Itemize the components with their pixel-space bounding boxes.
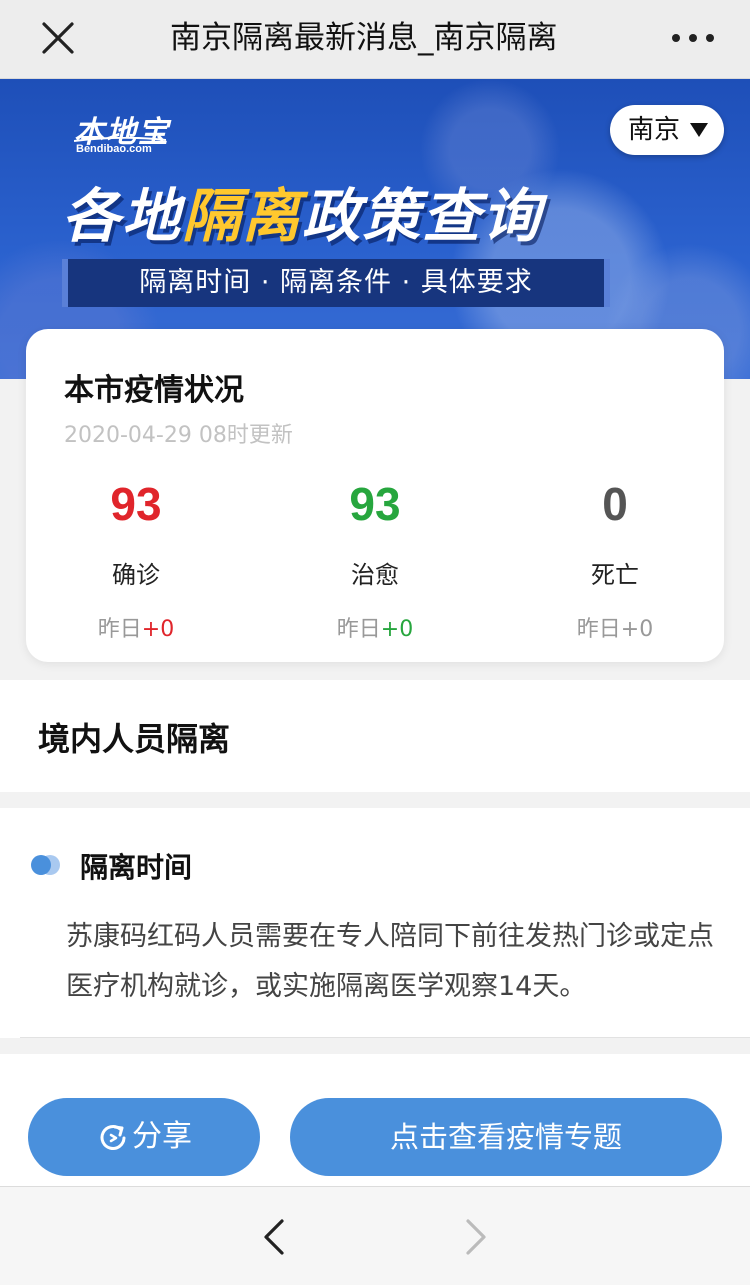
stat-delta: 昨日+0: [265, 611, 485, 643]
content-body: 苏康码红码人员需要在专人陪同下前往发热门诊或定点医疗机构就诊，或实施隔离医学观察…: [66, 921, 714, 1002]
bottom-navigation-bar: [0, 1186, 750, 1285]
city-label: 南京: [628, 115, 681, 145]
bullet-dots-icon: [31, 855, 60, 875]
stat-delta-value: +0: [380, 617, 414, 642]
stat-deaths: 0 死亡 昨日+0: [505, 329, 725, 662]
banner-title: 各地隔离政策查询: [62, 169, 542, 253]
stat-value: 93: [110, 478, 162, 530]
stat-label: 确诊: [112, 561, 160, 589]
stat-delta-value: +0: [141, 617, 175, 642]
stats-card: 本市疫情状况 2020-04-29 08时更新 93 确诊 昨日+0 93 治愈…: [26, 329, 724, 662]
page-title: 南京隔离最新消息_南京隔离: [170, 20, 558, 56]
city-selector[interactable]: 南京: [610, 105, 724, 155]
divider: [20, 1037, 750, 1038]
close-icon[interactable]: [34, 14, 82, 62]
stat-delta-prefix: 昨日: [336, 617, 381, 642]
section-header: 境内人员隔离: [0, 680, 750, 792]
stat-delta-prefix: 昨日: [97, 617, 142, 642]
banner-title-part1: 各地: [62, 182, 183, 250]
stat-value: 93: [349, 478, 401, 530]
top-navigation-bar: 南京隔离最新消息_南京隔离: [0, 0, 750, 79]
content-subtitle: 隔离时间: [80, 851, 193, 884]
stat-label: 死亡: [591, 561, 639, 589]
stat-delta: 昨日+0: [26, 611, 246, 643]
content-block: 隔离时间 苏康码红码人员需要在专人陪同下前往发热门诊或定点医疗机构就诊，或实施隔…: [0, 808, 750, 1038]
share-label: 分享: [132, 1119, 192, 1154]
view-topic-label: 点击查看疫情专题: [389, 1120, 622, 1154]
stat-value: 0: [602, 478, 628, 530]
banner-title-highlight: 隔离: [182, 182, 303, 250]
banner-tagline: 隔离时间 · 隔离条件 · 具体要求: [139, 267, 533, 298]
more-icon[interactable]: [672, 24, 716, 52]
stat-label: 治愈: [351, 561, 399, 589]
view-topic-button[interactable]: 点击查看疫情专题: [290, 1098, 722, 1176]
chevron-right-icon[interactable]: [458, 1215, 494, 1259]
section-title: 境内人员隔离: [38, 720, 231, 758]
action-area: 分享 点击查看疫情专题: [0, 1054, 750, 1186]
logo-subtext: Bendibao.com: [76, 143, 152, 155]
banner-title-part2: 政策查询: [302, 182, 543, 250]
stat-delta-value: +0: [620, 617, 654, 642]
share-button[interactable]: 分享: [28, 1098, 260, 1176]
stat-delta-prefix: 昨日: [576, 617, 621, 642]
stat-delta: 昨日+0: [505, 611, 725, 643]
caret-down-icon: [690, 123, 708, 137]
banner-tagline-bar: 隔离时间 · 隔离条件 · 具体要求: [62, 259, 610, 307]
chevron-left-icon[interactable]: [256, 1215, 292, 1259]
stat-recovered: 93 治愈 昨日+0: [265, 329, 485, 662]
stat-confirmed: 93 确诊 昨日+0: [26, 329, 246, 662]
share-icon: [100, 1125, 126, 1150]
